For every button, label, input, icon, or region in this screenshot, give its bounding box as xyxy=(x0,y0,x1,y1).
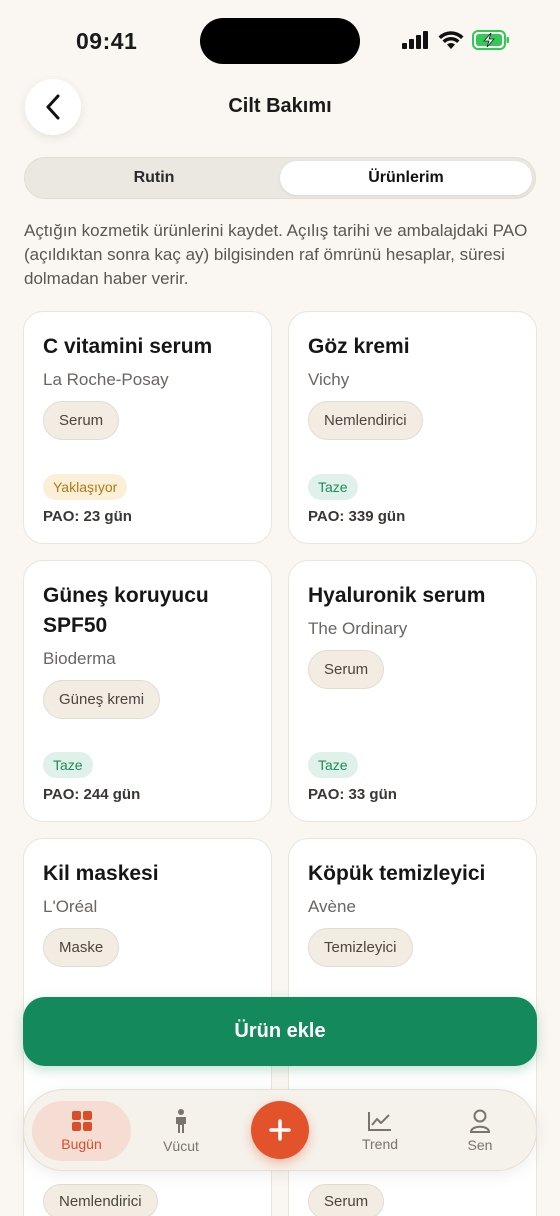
status-badge: Taze xyxy=(43,752,93,778)
user-icon xyxy=(469,1109,491,1133)
tab-bugun[interactable]: Bugün xyxy=(32,1101,131,1161)
pao-label: PAO: 244 gün xyxy=(43,786,141,803)
category-chip: Serum xyxy=(43,401,120,440)
product-card[interactable]: Güneş koruyucu SPF50 Bioderma Güneş krem… xyxy=(23,560,272,822)
product-brand: L'Oréal xyxy=(43,897,98,916)
add-product-button[interactable]: Ürün ekle xyxy=(23,997,537,1066)
tab-trend[interactable]: Trend xyxy=(335,1090,425,1172)
product-brand: Vichy xyxy=(308,370,350,389)
category-chip: Nemlendirici xyxy=(308,401,423,440)
category-chip: Maske xyxy=(43,928,120,967)
product-name: C vitamini serum xyxy=(43,335,213,358)
category-chip: Nemlendirici xyxy=(43,1184,158,1216)
category-chip: Güneş kremi xyxy=(43,680,161,719)
page-title: Cilt Bakımı xyxy=(228,95,332,117)
status-badge: Taze xyxy=(308,474,358,500)
status-badge: Taze xyxy=(308,752,358,778)
product-name: Kil maskesi xyxy=(43,862,159,885)
wifi-icon xyxy=(438,30,464,49)
product-name: Göz kremi xyxy=(308,335,410,358)
dynamic-island xyxy=(200,18,360,64)
category-chip: Temizleyici xyxy=(308,928,413,967)
product-card[interactable]: Hyaluronik serum The Ordinary Serum Taze… xyxy=(288,560,537,822)
tab-label: Vücut xyxy=(163,1138,199,1154)
category-chip: Serum xyxy=(308,1184,385,1216)
category-chip: Serum xyxy=(308,650,385,689)
product-name: Köpük temizleyici xyxy=(308,862,486,885)
tab-sen[interactable]: Sen xyxy=(435,1090,525,1172)
status-bar: 09:41 xyxy=(0,0,560,80)
product-name: Güneş koruyucu SPF50 xyxy=(43,584,209,637)
person-icon xyxy=(176,1109,186,1133)
tab-rutin[interactable]: Rutin xyxy=(28,161,280,195)
signal-icon xyxy=(402,31,428,49)
product-name: Hyaluronik serum xyxy=(308,584,486,607)
segmented-control: Rutin Ürünlerim xyxy=(24,157,536,199)
grid-icon xyxy=(71,1111,92,1131)
status-time: 09:41 xyxy=(76,28,138,54)
pao-label: PAO: 33 gün xyxy=(308,786,397,803)
product-brand: La Roche-Posay xyxy=(43,370,169,389)
product-brand: Bioderma xyxy=(43,649,116,668)
product-card[interactable]: C vitamini serum La Roche-Posay Serum Ya… xyxy=(23,311,272,544)
tab-vucut[interactable]: Vücut xyxy=(136,1090,226,1172)
product-brand: Avène xyxy=(308,897,356,916)
product-brand: The Ordinary xyxy=(308,619,408,638)
tab-label: Trend xyxy=(361,1136,399,1152)
tab-label: Sen xyxy=(467,1137,493,1153)
status-badge: Yaklaşıyor xyxy=(43,474,128,500)
status-icons xyxy=(402,30,510,50)
trend-chart-icon xyxy=(368,1112,391,1131)
tab-urunlerim[interactable]: Ürünlerim xyxy=(280,161,532,195)
battery-charging-icon xyxy=(472,30,509,50)
add-fab-button[interactable] xyxy=(251,1101,309,1159)
pao-label: PAO: 339 gün xyxy=(308,508,406,525)
tab-label: Bugün xyxy=(61,1136,102,1152)
bottom-tab-bar: Bugün Vücut Trend Sen xyxy=(23,1089,537,1171)
pao-label: PAO: 23 gün xyxy=(43,508,132,525)
description-text: Açtığın kozmetik ürünlerini kaydet. Açıl… xyxy=(24,221,528,288)
product-card[interactable]: Göz kremi Vichy Nemlendirici Taze PAO: 3… xyxy=(288,311,537,544)
plus-icon xyxy=(269,1119,291,1141)
